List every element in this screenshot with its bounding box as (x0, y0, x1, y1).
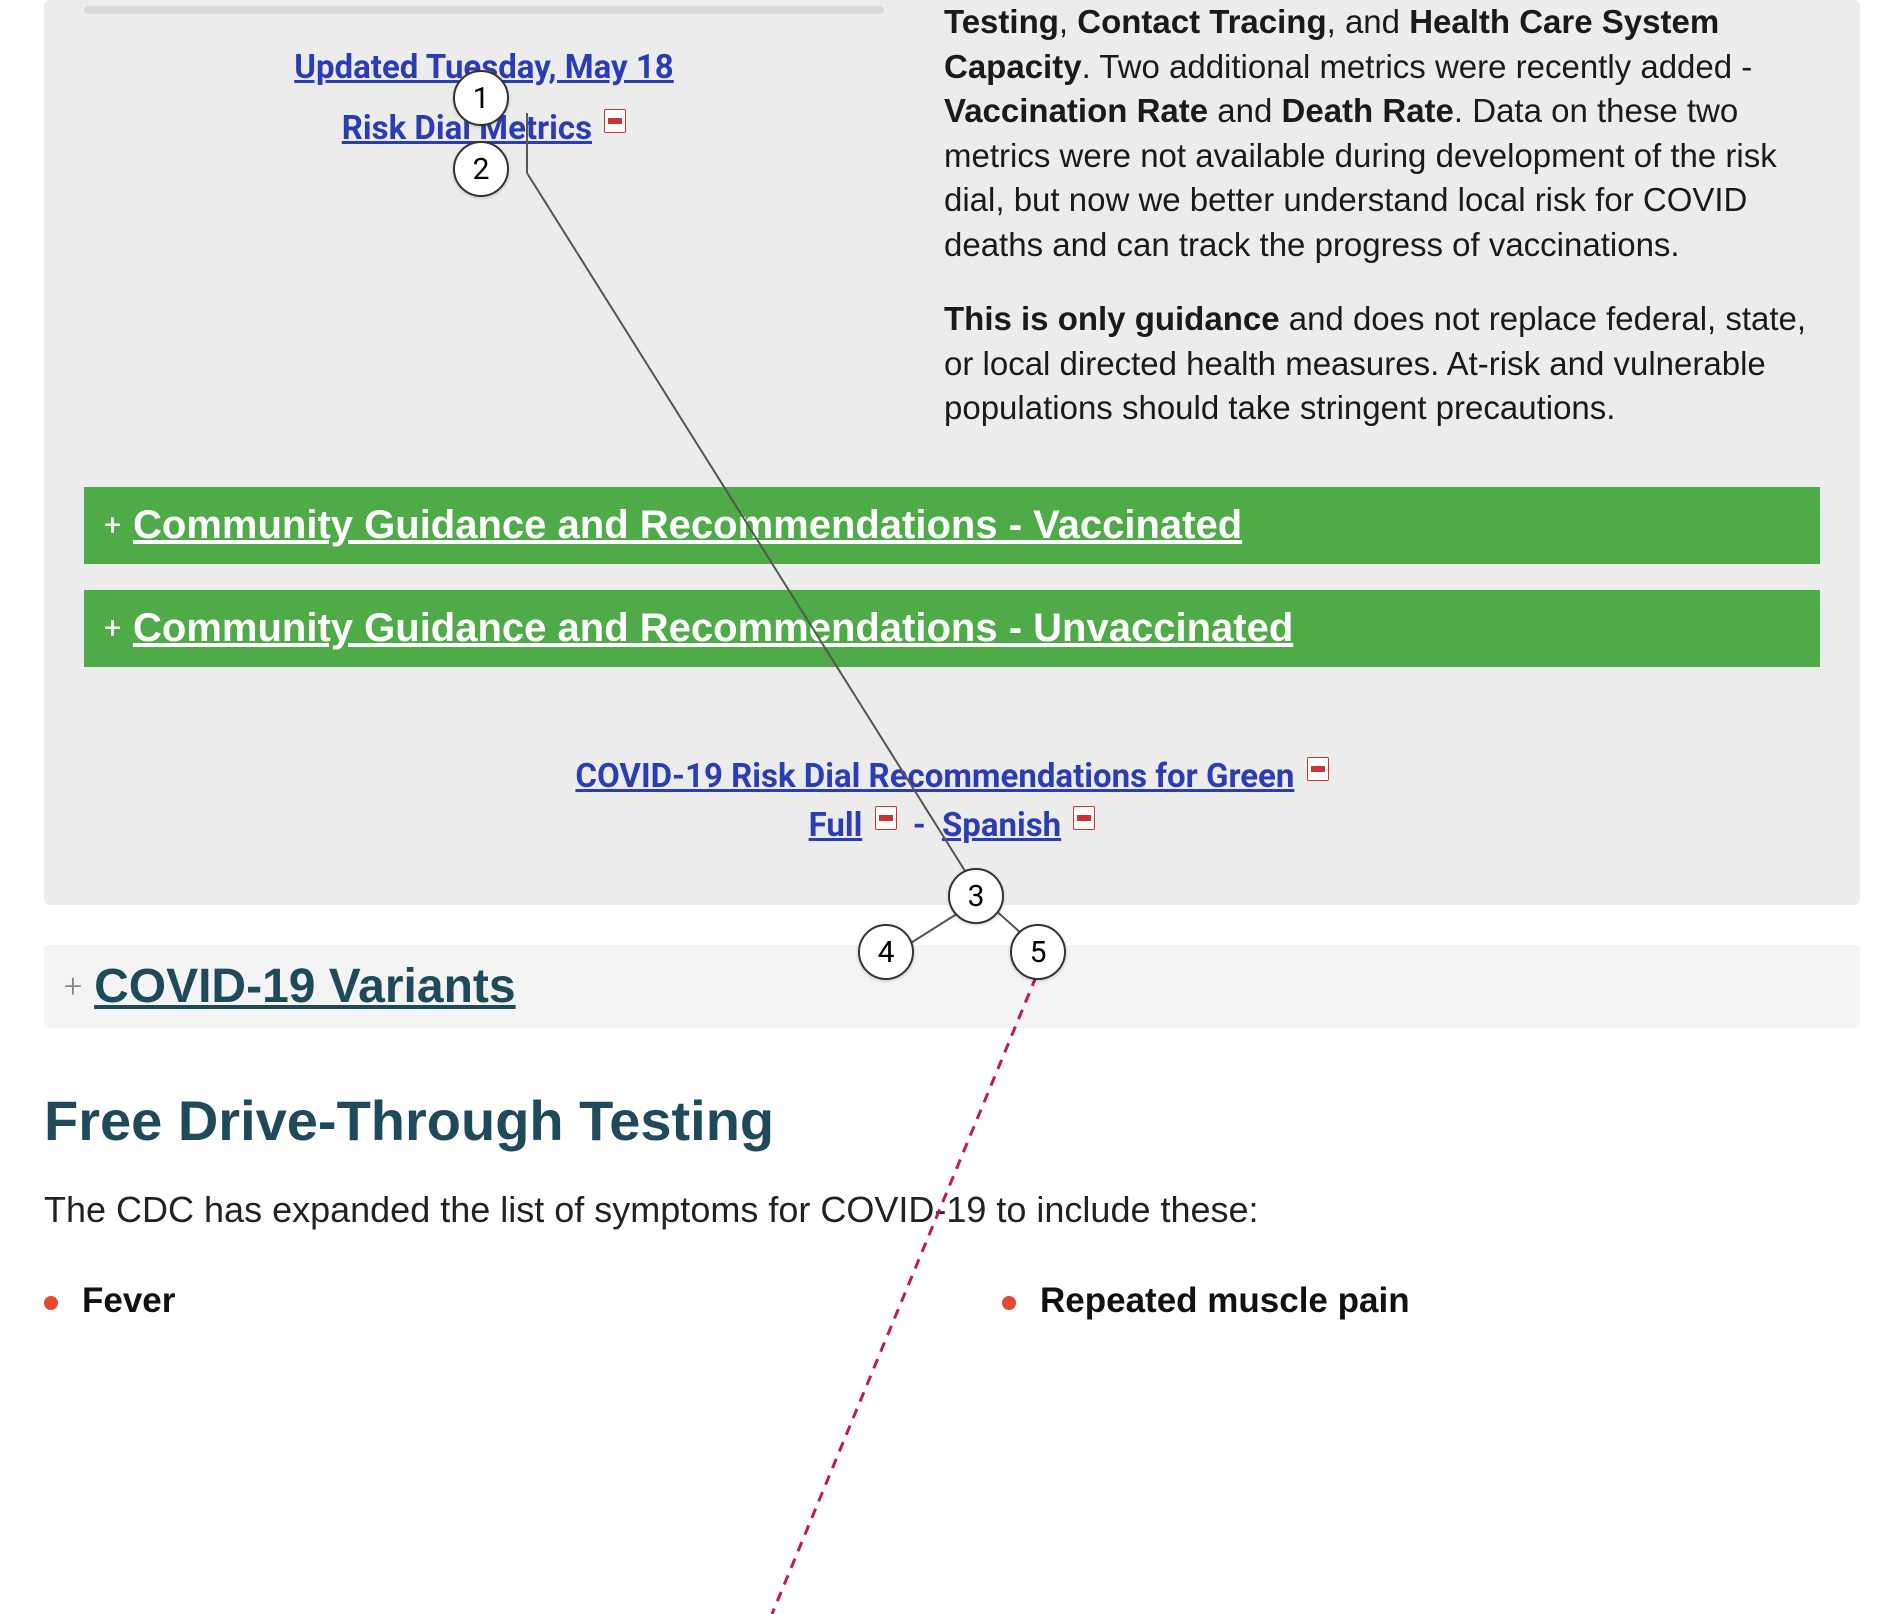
metric-vax-rate: Vaccination Rate (944, 92, 1208, 129)
horizontal-scrollbar[interactable] (84, 0, 884, 20)
pdf-icon (875, 806, 897, 830)
accordion-guidance-vaccinated[interactable]: + Community Guidance and Recommendations… (84, 487, 1820, 564)
symptom-label: Fever (82, 1281, 175, 1321)
list-item: Fever (44, 1281, 902, 1321)
metric-testing: Testing (944, 3, 1059, 40)
green-spanish-link[interactable]: Spanish (942, 806, 1061, 845)
pdf-icon (1073, 806, 1095, 830)
bullet-icon (44, 1296, 58, 1310)
plus-icon: + (104, 611, 121, 646)
plus-icon: + (64, 967, 82, 1005)
annotation-marker-3: 3 (948, 868, 1004, 924)
risk-dial-description: Testing, Contact Tracing, and Health Car… (944, 0, 1820, 461)
green-recommendations-links: COVID-19 Risk Dial Recommendations for G… (84, 757, 1820, 845)
green-recommendations-link[interactable]: COVID-19 Risk Dial Recommendations for G… (575, 757, 1294, 796)
guidance-disclaimer-lead: This is only guidance (944, 300, 1280, 337)
risk-dial-section: Updated Tuesday, May 18 Risk Dial Metric… (44, 0, 1860, 905)
annotation-marker-2: 2 (453, 141, 509, 197)
green-full-link[interactable]: Full (809, 806, 863, 845)
pdf-icon (1307, 757, 1329, 781)
symptom-column-left: Fever (44, 1281, 902, 1347)
pdf-icon (604, 109, 626, 133)
bullet-icon (1002, 1296, 1016, 1310)
accordion-guidance-unvaccinated[interactable]: + Community Guidance and Recommendations… (84, 590, 1820, 667)
plus-icon: + (104, 508, 121, 543)
list-item: Repeated muscle pain (1002, 1281, 1860, 1321)
metric-death-rate: Death Rate (1282, 92, 1454, 129)
annotation-marker-1: 1 (453, 70, 509, 126)
accordion-title: COVID-19 Variants (94, 959, 516, 1014)
testing-intro-text: The CDC has expanded the list of symptom… (44, 1189, 1860, 1231)
annotation-marker-4: 4 (858, 924, 914, 980)
accordion-covid-variants[interactable]: + COVID-19 Variants (44, 945, 1860, 1028)
accordion-title: Community Guidance and Recommendations -… (133, 503, 1242, 548)
drive-through-testing-section: Free Drive-Through Testing The CDC has e… (44, 1088, 1860, 1347)
symptom-label: Repeated muscle pain (1040, 1281, 1410, 1321)
testing-heading: Free Drive-Through Testing (44, 1088, 1860, 1153)
metric-contact-tracing: Contact Tracing (1077, 3, 1326, 40)
annotation-marker-5: 5 (1010, 924, 1066, 980)
accordion-title: Community Guidance and Recommendations -… (133, 606, 1293, 651)
symptom-column-right: Repeated muscle pain (1002, 1281, 1860, 1347)
